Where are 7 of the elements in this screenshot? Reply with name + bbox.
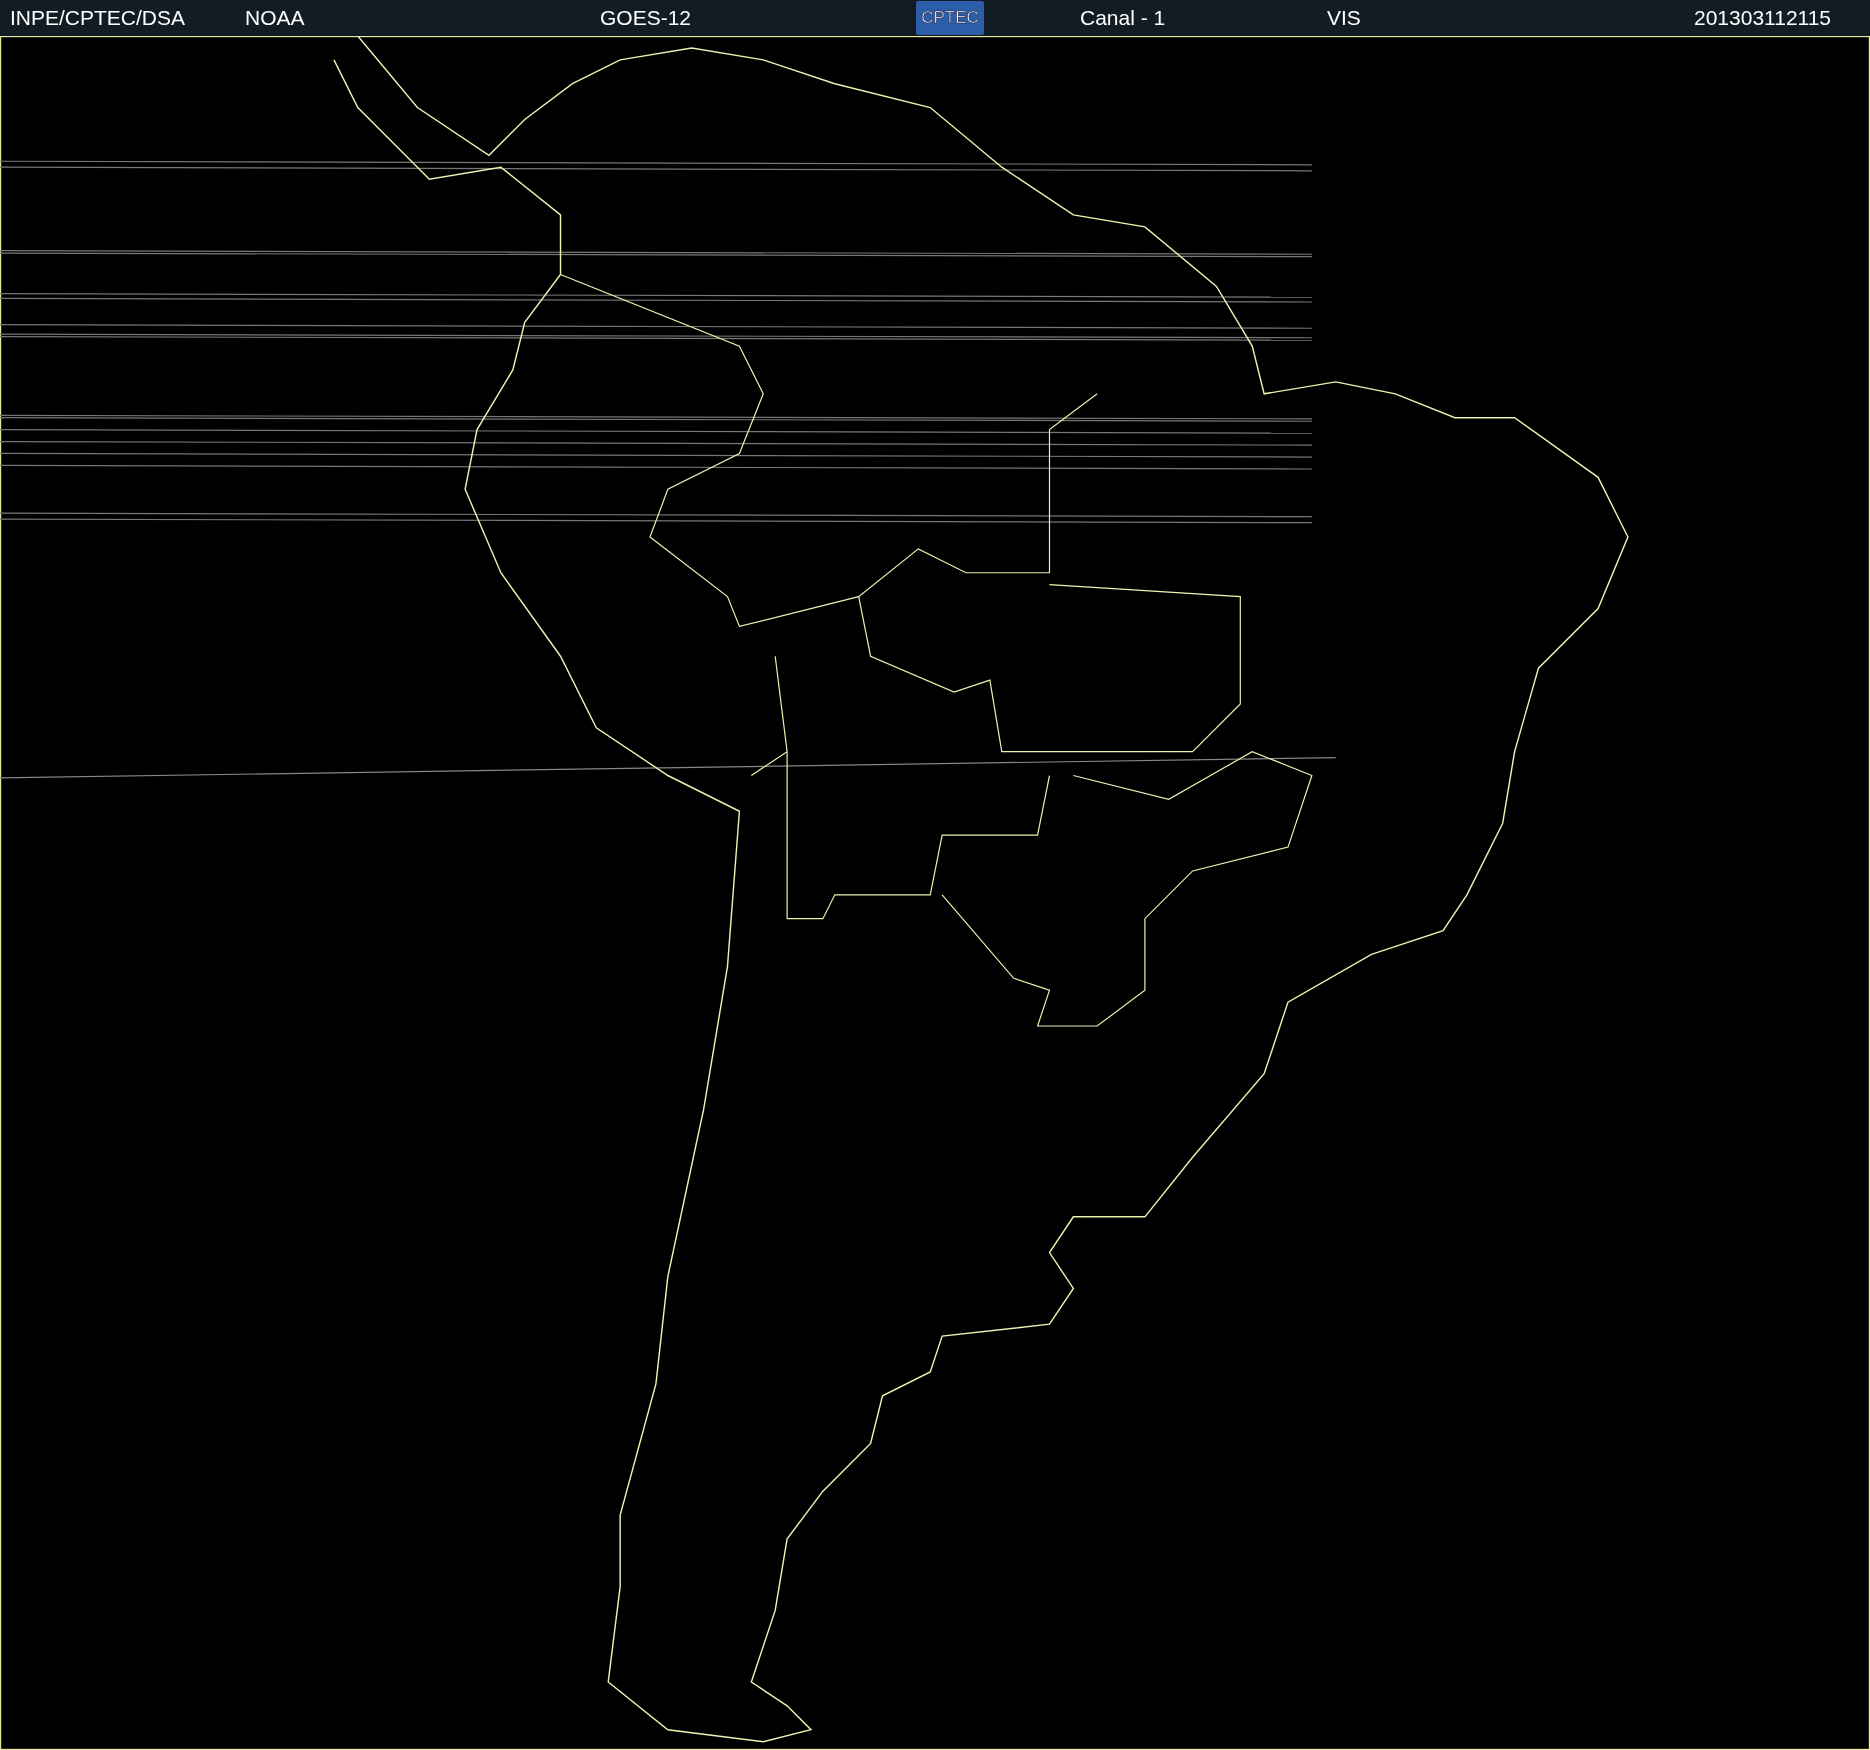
agency-label: NOAA (245, 6, 306, 30)
timestamp-label: 201303112115 (1694, 6, 1832, 30)
cptec-logo: CPTEC (916, 1, 984, 35)
channel-label: Canal - 1 (1080, 6, 1167, 30)
band-label: VIS (1327, 6, 1362, 30)
satellite-label: GOES-12 (600, 6, 693, 30)
source-label: INPE/CPTEC/DSA (10, 6, 187, 30)
